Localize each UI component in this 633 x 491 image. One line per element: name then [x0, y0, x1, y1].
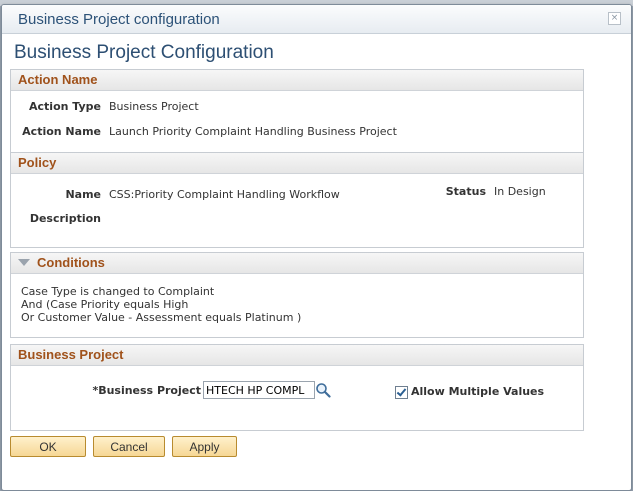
dialog-title: Business Project configuration: [18, 11, 220, 28]
page-title: Business Project Configuration: [14, 42, 274, 63]
action-name-value: Launch Priority Complaint Handling Busin…: [109, 125, 397, 138]
section-header-policy: Policy: [11, 153, 583, 174]
section-header-conditions[interactable]: Conditions: [11, 253, 583, 274]
policy-description-label: Description: [29, 212, 101, 225]
section-header-business-project: Business Project: [11, 345, 583, 366]
close-icon[interactable]: ×: [608, 12, 621, 25]
section-header-action-name: Action Name: [11, 70, 583, 91]
business-project-section: Business Project *Business Project Allow…: [10, 344, 584, 431]
business-project-label: *Business Project: [92, 384, 201, 397]
allow-multiple-checkbox[interactable]: [395, 386, 408, 399]
condition-line: And (Case Priority equals High: [21, 298, 189, 311]
ok-button[interactable]: OK: [10, 436, 86, 457]
business-project-input[interactable]: [203, 381, 315, 399]
cancel-button[interactable]: Cancel: [93, 436, 165, 457]
action-name-section: Action Name Action Type Business Project…: [10, 69, 584, 154]
policy-section: Policy Name CSS:Priority Complaint Handl…: [10, 152, 584, 248]
policy-status-label: Status: [445, 185, 486, 198]
dialog-titlebar[interactable]: Business Project configuration ×: [2, 5, 631, 34]
allow-multiple-label: Allow Multiple Values: [411, 385, 545, 398]
modal-dialog: Business Project configuration × Busines…: [1, 4, 632, 491]
apply-button[interactable]: Apply: [172, 436, 237, 457]
condition-line: Or Customer Value - Assessment equals Pl…: [21, 311, 302, 324]
action-name-label: Action Name: [22, 125, 101, 138]
conditions-header-label: Conditions: [37, 255, 105, 270]
policy-status-value: In Design: [494, 185, 546, 198]
triangle-down-icon[interactable]: [18, 259, 30, 266]
policy-name-label: Name: [65, 188, 101, 201]
search-icon[interactable]: [315, 382, 331, 398]
condition-line: Case Type is changed to Complaint: [21, 285, 215, 298]
action-type-value: Business Project: [109, 100, 199, 113]
action-type-label: Action Type: [29, 100, 101, 113]
conditions-section: Conditions Case Type is changed to Compl…: [10, 252, 584, 338]
policy-name-value: CSS:Priority Complaint Handling Workflow: [109, 188, 340, 201]
